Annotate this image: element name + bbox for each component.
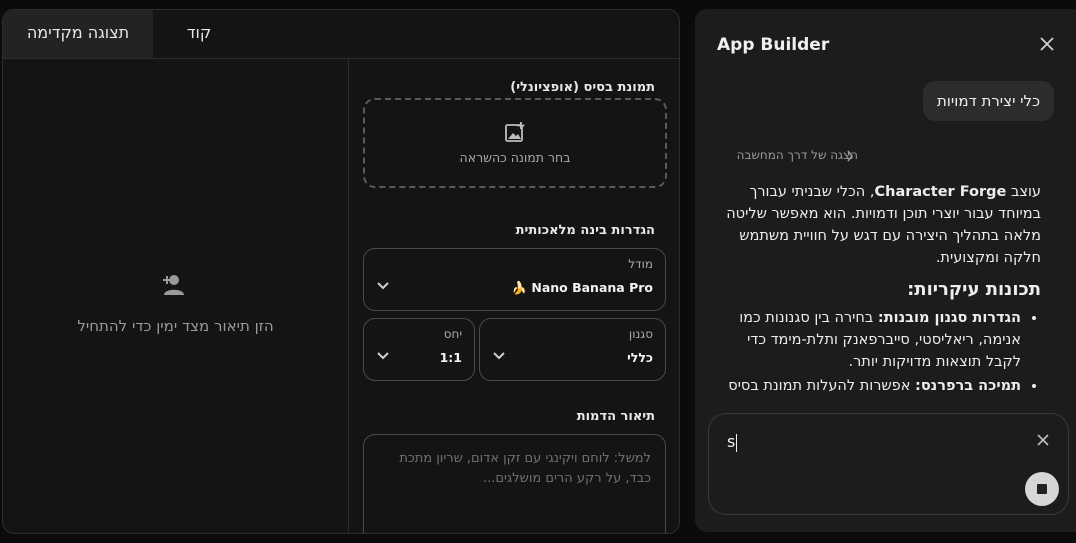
description-placeholder: למשל: לוחם ויקינגי עם זקן אדום, שריון מת… bbox=[399, 451, 651, 486]
style-value: כללי bbox=[627, 350, 653, 365]
chevron-down-icon bbox=[377, 352, 389, 360]
clear-icon[interactable] bbox=[1037, 434, 1049, 446]
character-description-input[interactable]: למשל: לוחם ויקינגי עם זקן אדום, שריון מת… bbox=[363, 434, 666, 533]
settings-form: תמונת בסיס (אופציונלי) בחר תמונה כהשראה … bbox=[349, 59, 679, 533]
person-add-icon bbox=[163, 275, 184, 295]
add-photo-icon bbox=[505, 122, 525, 142]
composer-input-text[interactable]: s bbox=[727, 432, 738, 452]
tab-bar: תצוגה מקדימה קוד bbox=[3, 10, 679, 59]
user-message-bubble: כלי יצירת דמויות bbox=[922, 81, 1054, 121]
image-upload-dropzone[interactable]: בחר תמונה כהשראה bbox=[363, 98, 667, 188]
chat-composer[interactable]: s bbox=[708, 413, 1069, 515]
show-thinking-toggle[interactable]: הצגה של דרך המחשבה bbox=[713, 148, 858, 162]
features-heading: תכונות עיקריות: bbox=[907, 279, 1041, 300]
list-item: הגדרות סגנון מובנות: בחירה בין סגנונות כ… bbox=[711, 307, 1021, 373]
preview-panel: תצוגה מקדימה קוד הזן תיאור מצד ימין כדי … bbox=[2, 9, 680, 534]
tab-code[interactable]: קוד bbox=[153, 10, 245, 58]
style-select[interactable]: סגנון כללי bbox=[479, 318, 666, 381]
app-builder-panel: App Builder כלי יצירת דמויות הצגה של דרך… bbox=[695, 9, 1076, 532]
base-image-label: תמונת בסיס (אופציונלי) bbox=[510, 80, 655, 95]
model-label: מודל bbox=[628, 257, 653, 271]
chevron-down-icon bbox=[493, 352, 505, 360]
preview-area: הזן תיאור מצד ימין כדי להתחיל bbox=[3, 59, 348, 533]
ai-settings-label: הגדרות בינה מלאכותית bbox=[515, 223, 655, 238]
stop-generation-button[interactable] bbox=[1025, 472, 1059, 506]
model-value: Nano Banana Pro 🍌 bbox=[511, 280, 653, 295]
ratio-select[interactable]: יחס 1:1 bbox=[363, 318, 475, 381]
ratio-value: 1:1 bbox=[439, 350, 462, 365]
upload-instruction: בחר תמונה כהשראה bbox=[459, 150, 571, 165]
stop-icon bbox=[1037, 484, 1047, 494]
tab-preview[interactable]: תצוגה מקדימה bbox=[3, 10, 153, 58]
chevron-down-icon bbox=[377, 282, 389, 290]
list-item: תמיכה ברפרנס: אפשרות להעלות תמונת בסיס bbox=[711, 375, 1021, 397]
chevron-right-icon[interactable] bbox=[846, 150, 854, 162]
builder-title: App Builder bbox=[717, 35, 830, 55]
close-icon[interactable] bbox=[1040, 37, 1054, 51]
reply-intro: עוצב Character Forge, הכלי שבניתי עבורך … bbox=[726, 184, 1041, 266]
assistant-reply: עוצב Character Forge, הכלי שבניתי עבורך … bbox=[711, 181, 1041, 402]
features-list: הגדרות סגנון מובנות: בחירה בין סגנונות כ… bbox=[711, 307, 1041, 397]
app-name: Character Forge bbox=[874, 184, 1007, 200]
model-select[interactable]: מודל Nano Banana Pro 🍌 bbox=[363, 248, 666, 311]
ratio-label: יחס bbox=[443, 327, 462, 341]
empty-state-message: הזן תיאור מצד ימין כדי להתחיל bbox=[77, 317, 274, 335]
style-label: סגנון bbox=[628, 327, 653, 341]
character-description-label: תיאור הדמות bbox=[576, 409, 655, 424]
